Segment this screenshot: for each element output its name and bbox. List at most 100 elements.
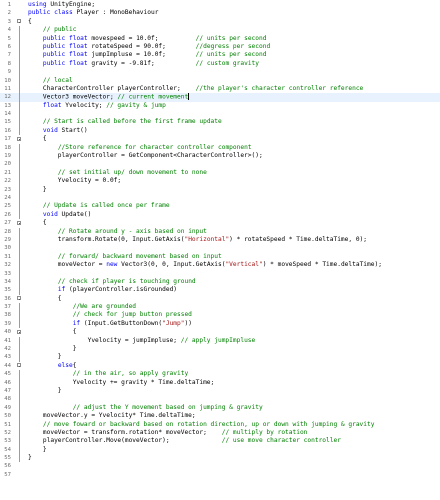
- code-line[interactable]: 8 public float gravity = -9.81f; // cust…: [0, 59, 440, 69]
- code-text: // Start is called before the first fram…: [42, 118, 222, 126]
- code-line[interactable]: 49 // adjust the Y movement based on jum…: [0, 403, 440, 413]
- code-line[interactable]: 38 // check for jump button pressed: [0, 311, 440, 320]
- code-text: //Store reference for character controll…: [57, 143, 252, 151]
- code-line[interactable]: 1 using UnityEngine;: [0, 1, 440, 9]
- code-line[interactable]: 39 if (Input.GetButtonDown("Jump")): [0, 319, 440, 329]
- code-line[interactable]: 44 else{: [0, 362, 440, 370]
- fold-guide-line: [19, 210, 20, 220]
- code-line[interactable]: 13 float Yvelocity; // gavity & jump: [0, 101, 440, 111]
- code-line[interactable]: 43 }: [0, 353, 440, 362]
- code-editor[interactable]: 1 using UnityEngine; 2 public class Player …: [0, 0, 440, 500]
- code-line[interactable]: 50 moveVector.y = Yvelocity* Time.deltaT…: [0, 412, 440, 421]
- code-line[interactable]: 57: [0, 471, 440, 479]
- code-line[interactable]: 21 // set initial up/ down movement to n…: [0, 168, 440, 178]
- code-line[interactable]: 11 CharacterController playerController;…: [0, 84, 440, 94]
- line-number: 55: [4, 455, 11, 462]
- code-line[interactable]: 22 Yvelocity = 0.0f;: [0, 177, 440, 186]
- code-line[interactable]: 27 {: [0, 219, 440, 227]
- fold-guide-line: [19, 286, 20, 295]
- code-line[interactable]: 3{: [0, 18, 440, 26]
- code-line[interactable]: 45 // in the air, so apply gravity: [0, 370, 440, 379]
- code-text: // set initial up/ down movement to none: [57, 168, 207, 176]
- fold-guide-line: [19, 353, 20, 362]
- code-text: {: [28, 328, 77, 336]
- code-line[interactable]: 53 playerController.Move(moveVector); //…: [0, 437, 440, 446]
- collapse-icon[interactable]: [17, 19, 21, 24]
- code-line[interactable]: 19 playerController = GetComponent<Chara…: [0, 152, 440, 161]
- line-number: 41: [4, 337, 11, 344]
- collapse-icon[interactable]: [17, 363, 21, 368]
- text-caret: [188, 93, 189, 101]
- code-line[interactable]: 29 transform.Rotate(0, Input.GetAxis("Ho…: [0, 235, 440, 245]
- code-line[interactable]: 55}: [0, 454, 440, 463]
- collapse-icon[interactable]: [17, 136, 21, 141]
- fold-guide-line: [19, 110, 20, 119]
- code-line[interactable]: 28 // Rotate around y - axis based on in…: [0, 227, 440, 236]
- collapse-icon[interactable]: [17, 296, 21, 301]
- code-text: public float jumpImpluse = 10.0f; // uni…: [42, 51, 267, 59]
- code-line[interactable]: 6 public float rotateSpeed = 90.0f; //de…: [0, 42, 440, 52]
- line-number: 26: [4, 211, 11, 218]
- code-line[interactable]: 32 moveVector = new Vector3(0, 0, Input.…: [0, 261, 440, 270]
- fold-guide-line: [19, 261, 20, 270]
- code-line[interactable]: 31 // forward/ backward movement based o…: [0, 252, 440, 262]
- code-line[interactable]: 25 // Update is called once per frame: [0, 202, 440, 211]
- collapse-icon[interactable]: [17, 220, 21, 225]
- collapse-icon[interactable]: [17, 329, 21, 334]
- code-line[interactable]: 18 //Store reference for character contr…: [0, 143, 440, 153]
- fold-guide-line: [19, 319, 20, 329]
- line-number: 44: [4, 362, 11, 369]
- line-number: 42: [4, 346, 11, 353]
- line-number: 46: [4, 379, 11, 386]
- code-text: Yvelocity += gravity * Time.deltaTime;: [28, 378, 215, 386]
- code-line[interactable]: 4 // public: [0, 26, 440, 35]
- code-line[interactable]: 40 {: [0, 328, 440, 336]
- code-line[interactable]: 20: [0, 160, 440, 169]
- fold-guide-line: [19, 386, 20, 396]
- code-line[interactable]: 56: [0, 462, 440, 470]
- code-line[interactable]: 26 void Update(): [0, 210, 440, 220]
- fold-guide-line: [19, 235, 20, 245]
- code-text: // move foward or backward based on rota…: [42, 420, 375, 428]
- code-line[interactable]: 46 Yvelocity += gravity * Time.deltaTime…: [0, 378, 440, 387]
- fold-guide-line: [19, 160, 20, 169]
- code-line[interactable]: 5 public float movespeed = 10.0f; // uni…: [0, 34, 440, 43]
- line-number: 18: [4, 144, 11, 151]
- code-line[interactable]: 41 Yvelocity = jumpImpluse; // apply jum…: [0, 336, 440, 346]
- code-line[interactable]: 34 // check if player is touching ground: [0, 277, 440, 287]
- code-line[interactable]: 52 moveVector = transform.rotation* move…: [0, 428, 440, 438]
- line-number: 35: [4, 287, 11, 294]
- code-line[interactable]: 23 }: [0, 185, 440, 194]
- code-line[interactable]: 35 if (playerController.isGrounded): [0, 286, 440, 295]
- code-line[interactable]: 54 }: [0, 445, 440, 455]
- code-line[interactable]: 42 }: [0, 345, 440, 354]
- code-line[interactable]: 17 {: [0, 135, 440, 143]
- code-line[interactable]: 10 // local: [0, 76, 440, 85]
- fold-guide-line: [19, 93, 20, 102]
- code-text: {: [28, 17, 32, 25]
- code-line[interactable]: 51 // move foward or backward based on r…: [0, 420, 440, 429]
- code-text: // forward/ backward movement based on i…: [57, 252, 222, 260]
- code-text: void Start(): [42, 126, 88, 134]
- code-text: }: [28, 386, 62, 394]
- code-line[interactable]: 48: [0, 395, 440, 404]
- code-line[interactable]: 9: [0, 68, 440, 77]
- code-line[interactable]: 12 Vector3 moveVector; // current moveme…: [0, 93, 440, 102]
- code-line[interactable]: 33: [0, 269, 440, 278]
- code-line[interactable]: 15 // Start is called before the first f…: [0, 118, 440, 127]
- code-line[interactable]: 37 //We are grounded: [0, 303, 440, 312]
- code-text: void Update(): [42, 210, 92, 218]
- code-line[interactable]: 14: [0, 110, 440, 119]
- code-line[interactable]: 2 public class Player : MonoBehaviour: [0, 9, 440, 17]
- fold-guide-line: [19, 84, 20, 94]
- code-line[interactable]: 36 {: [0, 295, 440, 303]
- code-text: using UnityEngine;: [28, 1, 96, 8]
- code-text: // public: [42, 26, 77, 34]
- code-line[interactable]: 47 }: [0, 386, 440, 396]
- line-number: 53: [4, 438, 11, 445]
- code-line[interactable]: 30: [0, 244, 440, 253]
- code-line[interactable]: 16 void Start(): [0, 126, 440, 136]
- code-text: if (playerController.isGrounded): [57, 286, 178, 294]
- code-line[interactable]: 24: [0, 193, 440, 203]
- code-line[interactable]: 7 public float jumpImpluse = 10.0f; // u…: [0, 51, 440, 60]
